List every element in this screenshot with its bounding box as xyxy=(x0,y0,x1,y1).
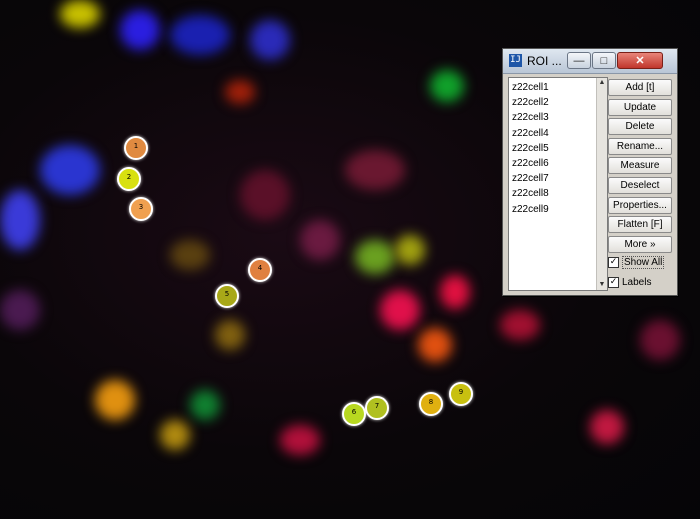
measure-button[interactable]: Measure xyxy=(608,157,672,175)
minimize-icon: — xyxy=(573,55,585,67)
roi-marker-label: 2 xyxy=(126,173,132,181)
image-blob xyxy=(120,10,160,50)
image-blob xyxy=(430,70,464,102)
list-item[interactable]: z22cell9 xyxy=(512,202,549,217)
window-title: ROI ... xyxy=(527,54,562,68)
roi-marker-label: 9 xyxy=(458,388,464,396)
more-button[interactable]: More » xyxy=(608,235,672,253)
flatten-button[interactable]: Flatten [F] xyxy=(608,216,672,234)
image-blob xyxy=(240,170,290,220)
list-item[interactable]: z22cell5 xyxy=(512,141,549,156)
image-blob xyxy=(640,320,680,360)
checkbox-checked-icon[interactable]: ✓ xyxy=(608,256,619,268)
roi-marker[interactable]: 7 xyxy=(365,396,389,420)
add-button[interactable]: Add [t] xyxy=(608,79,672,96)
roi-marker[interactable]: 2 xyxy=(117,167,141,191)
image-blob xyxy=(95,380,135,420)
image-blob xyxy=(280,425,320,455)
rename-button[interactable]: Rename... xyxy=(608,137,672,155)
image-blob xyxy=(380,290,420,330)
title-bar[interactable]: IJ ROI ... — □ ✕ xyxy=(503,49,677,74)
minimize-button[interactable]: — xyxy=(567,52,591,69)
list-item[interactable]: z22cell6 xyxy=(512,156,549,171)
roi-marker-label: 1 xyxy=(133,142,139,150)
roi-marker[interactable]: 8 xyxy=(419,392,443,416)
show-all-label: Show All xyxy=(622,255,665,269)
update-button[interactable]: Update xyxy=(608,98,672,116)
list-item[interactable]: z22cell3 xyxy=(512,110,549,125)
show-all-checkbox[interactable]: ✓ Show All xyxy=(608,254,665,270)
image-blob xyxy=(160,420,190,450)
roi-marker-label: 6 xyxy=(351,408,357,416)
list-item[interactable]: z22cell7 xyxy=(512,171,549,186)
labels-checkbox[interactable]: ✓ Labels xyxy=(608,274,651,290)
roi-marker-label: 7 xyxy=(374,402,380,410)
image-blob xyxy=(355,240,395,274)
roi-marker[interactable]: 6 xyxy=(342,402,366,426)
image-blob xyxy=(190,390,220,420)
roi-marker[interactable]: 3 xyxy=(129,197,153,221)
imagej-icon: IJ xyxy=(509,54,522,67)
image-blob xyxy=(170,240,210,270)
roi-marker[interactable]: 9 xyxy=(449,382,473,406)
roi-marker[interactable]: 1 xyxy=(124,136,148,160)
deselect-button[interactable]: Deselect xyxy=(608,176,672,194)
scroll-down-icon[interactable]: ▼ xyxy=(597,280,607,290)
image-blob xyxy=(418,328,452,362)
close-icon: ✕ xyxy=(635,55,645,67)
roi-list[interactable]: z22cell1 z22cell2 z22cell3 z22cell4 z22c… xyxy=(508,77,608,291)
list-item[interactable]: z22cell1 xyxy=(512,80,549,95)
roi-marker-label: 8 xyxy=(428,398,434,406)
delete-button[interactable]: Delete xyxy=(608,118,672,136)
image-blob xyxy=(345,150,405,190)
image-blob xyxy=(0,190,40,250)
roi-marker[interactable]: 5 xyxy=(215,284,239,308)
image-blob xyxy=(40,145,100,195)
maximize-button[interactable]: □ xyxy=(592,52,616,69)
properties-button[interactable]: Properties... xyxy=(608,196,672,214)
roi-marker-label: 4 xyxy=(257,264,263,272)
labels-label: Labels xyxy=(622,276,652,288)
image-blob xyxy=(170,15,230,55)
image-blob xyxy=(225,80,255,104)
image-blob xyxy=(60,0,100,28)
image-blob xyxy=(300,220,340,260)
list-item[interactable]: z22cell4 xyxy=(512,126,549,141)
roi-marker-label: 5 xyxy=(224,290,230,298)
close-button[interactable]: ✕ xyxy=(617,52,663,69)
image-blob xyxy=(440,275,470,309)
list-item[interactable]: z22cell8 xyxy=(512,186,549,201)
scrollbar[interactable]: ▲ ▼ xyxy=(596,78,607,290)
image-blob xyxy=(590,410,624,444)
maximize-icon: □ xyxy=(600,55,608,67)
image-blob xyxy=(250,20,290,60)
image-blob xyxy=(215,320,245,350)
roi-manager-window[interactable]: IJ ROI ... — □ ✕ z22cell1 z22cell2 z22ce… xyxy=(502,48,678,296)
list-item[interactable]: z22cell2 xyxy=(512,95,549,110)
image-blob xyxy=(500,310,540,340)
image-blob xyxy=(0,290,40,330)
roi-marker-label: 3 xyxy=(138,203,144,211)
roi-marker[interactable]: 4 xyxy=(248,258,272,282)
checkbox-checked-icon[interactable]: ✓ xyxy=(608,276,619,288)
image-blob xyxy=(395,235,425,265)
scroll-up-icon[interactable]: ▲ xyxy=(597,78,607,88)
